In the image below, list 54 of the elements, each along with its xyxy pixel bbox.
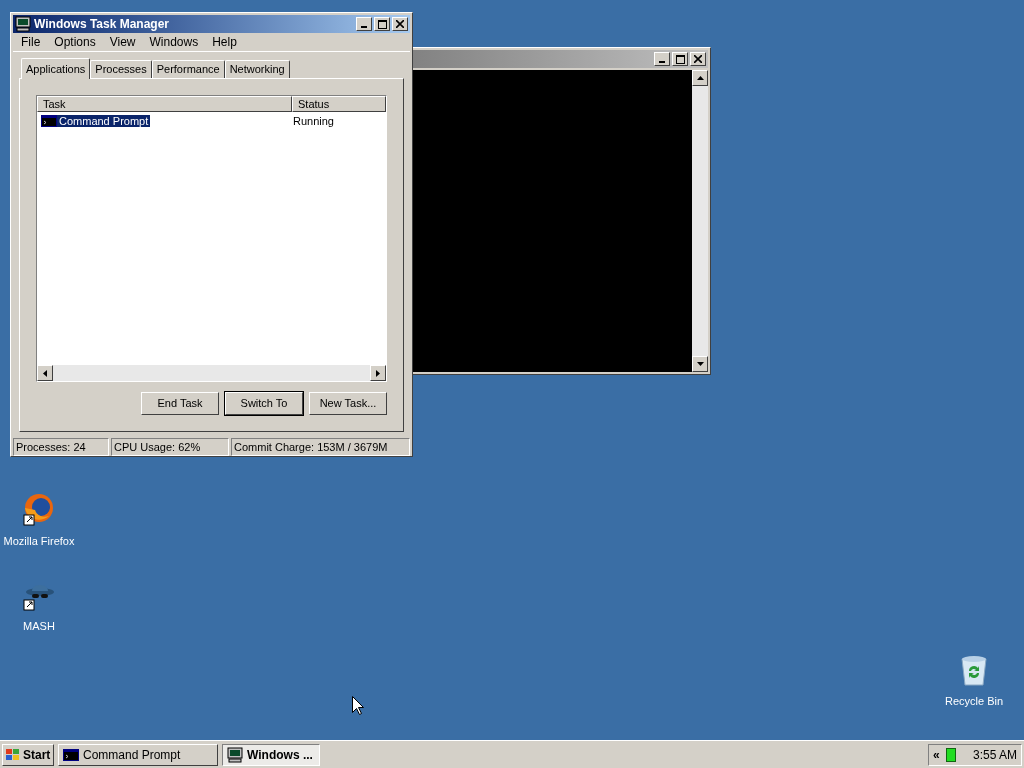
taskbar-button[interactable]: Command Prompt bbox=[58, 743, 218, 766]
menu-item[interactable]: Windows bbox=[143, 33, 205, 51]
maximize-button[interactable] bbox=[672, 52, 688, 66]
maximize-icon bbox=[377, 19, 387, 29]
up-arrow-icon bbox=[696, 76, 704, 80]
dialog-button[interactable]: End Task bbox=[141, 392, 219, 415]
mouse-pointer-icon bbox=[352, 696, 364, 715]
meter-icon bbox=[945, 747, 956, 762]
menu-item[interactable]: Help bbox=[206, 33, 243, 51]
left-arrow-icon bbox=[43, 369, 47, 377]
status-field: CPU Usage: 62% bbox=[111, 438, 229, 456]
vertical-scrollbar[interactable] bbox=[692, 70, 708, 372]
dialog-button[interactable]: New Task... bbox=[309, 392, 387, 415]
maximize-button[interactable] bbox=[374, 17, 390, 31]
console-icon bbox=[41, 115, 57, 127]
console-icon bbox=[63, 748, 79, 761]
task-status: Running bbox=[292, 113, 334, 129]
column-header[interactable]: Task bbox=[37, 96, 292, 112]
desktop-icon-label[interactable]: Recycle Bin bbox=[944, 693, 1004, 710]
column-header[interactable]: Status bbox=[292, 96, 386, 112]
tab[interactable]: Processes bbox=[90, 60, 152, 78]
close-button[interactable] bbox=[690, 52, 706, 66]
menu-item[interactable]: Options bbox=[48, 33, 102, 51]
task-row[interactable]: Command Prompt Running bbox=[37, 112, 386, 130]
right-arrow-icon bbox=[376, 369, 380, 377]
minimize-button[interactable] bbox=[356, 17, 372, 31]
windows-flag-icon bbox=[5, 747, 21, 762]
tray-expand-button[interactable]: « bbox=[933, 745, 940, 764]
horizontal-scrollbar[interactable] bbox=[37, 365, 386, 381]
computer-icon bbox=[15, 16, 31, 32]
menu-item[interactable]: View bbox=[103, 33, 142, 51]
tab[interactable]: Networking bbox=[224, 60, 290, 78]
maximize-icon bbox=[675, 54, 685, 64]
recycle-bin-icon bbox=[959, 655, 989, 687]
tab[interactable]: Applications bbox=[21, 58, 91, 79]
close-button[interactable] bbox=[392, 17, 408, 31]
clock: 3:55 AM bbox=[972, 746, 1017, 764]
menu-item[interactable]: File bbox=[15, 33, 47, 51]
desktop-icon-label[interactable]: MASH bbox=[23, 618, 55, 635]
task-name: Command Prompt bbox=[57, 113, 152, 129]
close-icon bbox=[694, 55, 702, 63]
minimize-button[interactable] bbox=[654, 52, 670, 66]
computer-icon bbox=[227, 746, 243, 763]
dialog-button[interactable]: Switch To bbox=[225, 392, 303, 415]
taskbar-button[interactable]: Windows ... bbox=[222, 743, 320, 766]
down-arrow-icon bbox=[696, 362, 704, 366]
globe-fox-icon bbox=[22, 493, 56, 527]
start-button[interactable]: Start bbox=[2, 743, 54, 766]
tab[interactable]: Performance bbox=[151, 60, 225, 78]
status-field: Processes: 24 bbox=[13, 438, 109, 456]
window-title: Windows Task Manager bbox=[34, 16, 171, 33]
status-field: Commit Charge: 153M / 3679M bbox=[231, 438, 410, 456]
close-icon bbox=[396, 20, 404, 28]
desktop-icon-label[interactable]: Mozilla Firefox bbox=[3, 533, 75, 550]
